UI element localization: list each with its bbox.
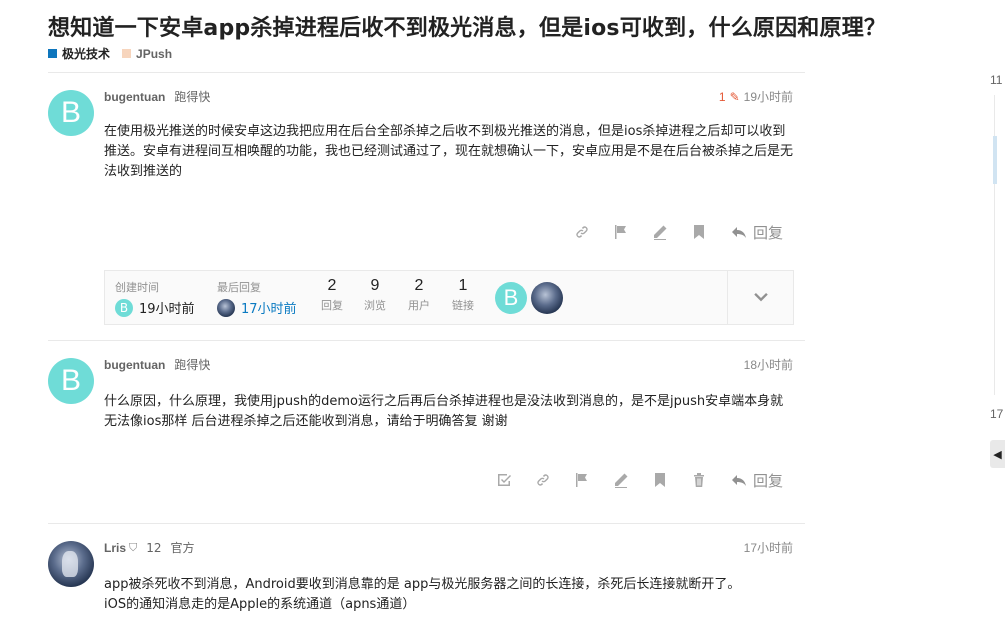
bookmark-icon: [694, 225, 705, 239]
stat-links: 1 链接: [445, 277, 481, 313]
reply-icon: [731, 475, 746, 486]
edit-count[interactable]: 1: [719, 90, 726, 104]
avatar[interactable]: [48, 541, 94, 587]
pencil-icon: [615, 473, 628, 488]
stat-label: 回复: [321, 299, 343, 312]
timeline-bottom-label: 17: [990, 407, 1004, 421]
post-actions: 回复: [563, 220, 783, 244]
post-body-line: app被杀死收不到消息，Android要收到消息靠的是 app与极光服务器之间的…: [104, 577, 741, 592]
pencil-icon: [654, 225, 667, 240]
share-link-button[interactable]: [524, 468, 563, 492]
participant-avatar[interactable]: [531, 282, 563, 314]
post-body: app被杀死收不到消息，Android要收到消息靠的是 app与极光服务器之间的…: [104, 575, 794, 615]
topic-title[interactable]: 想知道一下安卓app杀掉进程后收不到极光消息，但是ios可收到，什么原因和原理？: [48, 10, 886, 42]
last-reply-value[interactable]: 17小时前: [217, 298, 297, 317]
post-body: 在使用极光推送的时候安卓这边我把应用在后台全部杀掉之后收不到极光推送的消息，但是…: [104, 124, 794, 179]
pencil-icon: ✎: [729, 90, 740, 104]
stat-users: 2 用户: [401, 277, 437, 313]
divider: [48, 523, 805, 524]
divider: [48, 72, 805, 73]
timeline-top-label: 11: [990, 73, 1003, 87]
user-fullname[interactable]: 跑得快: [174, 88, 210, 105]
expand-summary-button[interactable]: [727, 271, 793, 324]
post-body-line: iOS的通知消息走的是Apple的系统通道（apns通道）: [104, 597, 416, 612]
flag-button[interactable]: [602, 220, 641, 244]
category-badge-jiguang[interactable]: 极光技术: [48, 45, 110, 62]
participant-avatar[interactable]: B: [495, 282, 527, 314]
created-value[interactable]: B 19小时前: [115, 298, 195, 317]
topic-summary: 创建时间 B 19小时前 最后回复 17小时前 2 回复 9 浏览 2 用户 1 链接 …: [104, 270, 794, 325]
stat-value: 9: [370, 277, 380, 294]
reply-label: 回复: [752, 223, 783, 242]
stat-label: 浏览: [364, 299, 386, 312]
created-label: 创建时间: [115, 281, 159, 294]
post-meta: bugentuan 跑得快: [104, 88, 210, 105]
user-fullname[interactable]: 跑得快: [174, 356, 210, 373]
bookmark-button[interactable]: [641, 468, 680, 492]
edit-button[interactable]: [641, 220, 680, 244]
accept-answer-button[interactable]: [485, 468, 524, 492]
last-reply-label: 最后回复: [217, 281, 261, 294]
avatar[interactable]: B: [48, 90, 94, 136]
post-date[interactable]: 1 ✎ 19小时前: [719, 88, 793, 105]
username[interactable]: bugentuan: [104, 90, 165, 104]
stat-label: 用户: [408, 299, 430, 312]
created-time: 19小时前: [139, 302, 195, 317]
edit-button[interactable]: [602, 468, 641, 492]
avatar[interactable]: B: [48, 358, 94, 404]
reply-label: 回复: [752, 471, 783, 490]
category-color-square: [122, 49, 132, 58]
post-time: 19小时前: [743, 90, 793, 104]
post-date[interactable]: 18小时前: [744, 356, 793, 373]
username[interactable]: bugentuan: [104, 358, 165, 372]
reply-icon: [731, 227, 746, 238]
trash-icon: [694, 473, 705, 487]
post-meta: Lris ⛉ 12 官方: [104, 539, 195, 556]
chevron-down-icon: [753, 292, 768, 301]
post-date[interactable]: 17小时前: [744, 539, 793, 556]
category-badge-jpush[interactable]: JPush: [122, 45, 172, 62]
avatar: [217, 298, 235, 317]
shield-icon: ⛉: [129, 540, 138, 554]
category-label: JPush: [136, 46, 173, 61]
bookmark-button[interactable]: [680, 220, 719, 244]
timeline-handle[interactable]: [993, 136, 997, 184]
summary-last-reply: 最后回复 17小时前: [217, 279, 297, 317]
stat-replies: 2 回复: [314, 277, 350, 313]
category-badges: 极光技术 JPush: [48, 45, 172, 62]
share-link-button[interactable]: [563, 220, 602, 244]
category-color-square: [48, 49, 57, 58]
category-label: 极光技术: [62, 47, 111, 61]
reply-button[interactable]: 回复: [719, 222, 783, 243]
post-body: 什么原因，什么原理，我使用jpush的demo运行之后再后台杀掉进程也是没法收到…: [104, 394, 784, 429]
post-meta: bugentuan 跑得快: [104, 356, 210, 373]
divider: [48, 340, 805, 341]
stat-value: 2: [327, 277, 337, 294]
link-icon: [576, 226, 589, 238]
stat-value: 1: [458, 277, 468, 294]
stat-views: 9 浏览: [357, 277, 393, 313]
timeline-collapse-button[interactable]: ◀: [990, 440, 1005, 468]
delete-button[interactable]: [680, 468, 719, 492]
avatar: B: [115, 298, 133, 317]
reply-button[interactable]: 回复: [719, 470, 783, 491]
last-reply-time: 17小时前: [241, 302, 297, 317]
summary-created: 创建时间 B 19小时前: [115, 279, 195, 317]
flag-button[interactable]: [563, 468, 602, 492]
bookmark-icon: [655, 473, 666, 487]
stat-label: 链接: [452, 299, 474, 312]
username[interactable]: Lris: [104, 541, 126, 555]
trust-level: 12: [146, 540, 162, 555]
stat-value: 2: [414, 277, 424, 294]
post-actions: 回复: [485, 468, 783, 492]
user-title: 官方: [170, 541, 195, 555]
flag-icon: [576, 473, 588, 487]
link-icon: [537, 474, 550, 486]
chevron-left-icon: ◀: [993, 447, 1002, 461]
check-square-icon: [498, 474, 512, 486]
flag-icon: [615, 225, 627, 239]
